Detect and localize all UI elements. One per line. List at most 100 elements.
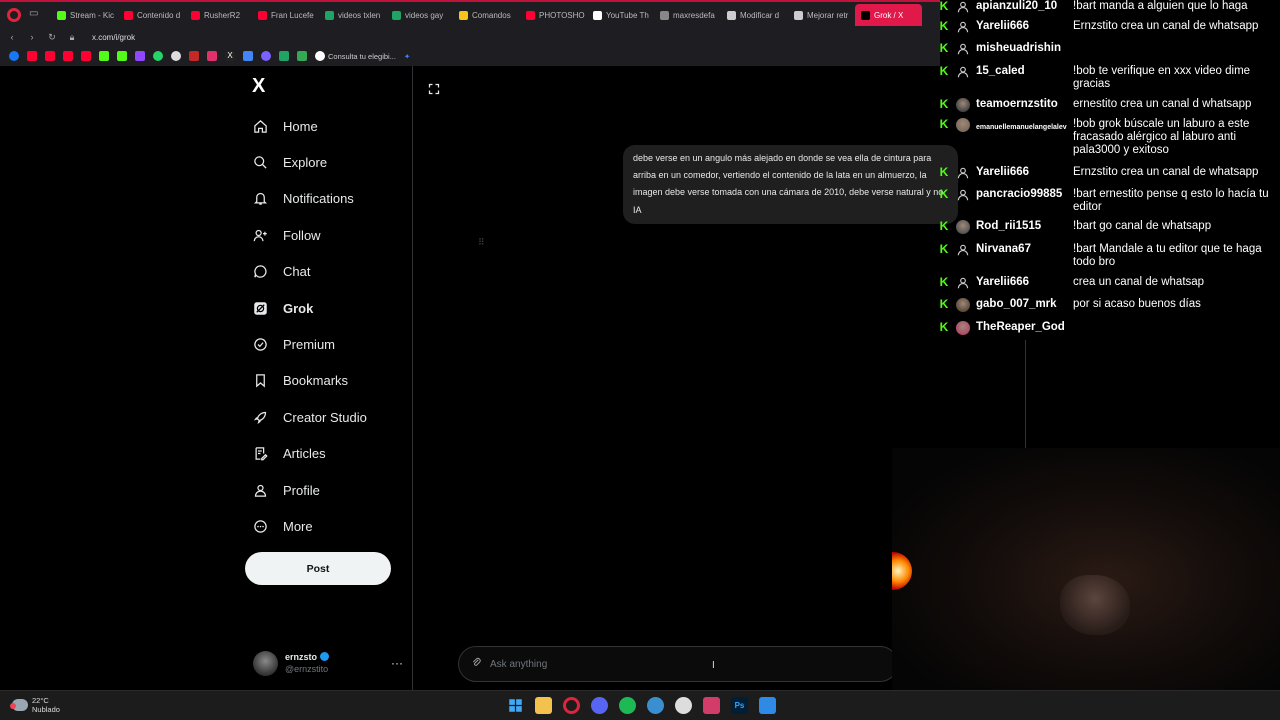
kick-bookmark-icon[interactable] [99, 51, 109, 61]
app-icon[interactable] [759, 697, 776, 714]
browser-tab[interactable]: YouTube Th [587, 4, 654, 26]
expand-icon[interactable] [428, 82, 440, 100]
more-dots-icon[interactable]: ··· [391, 656, 403, 670]
app-bookmark-icon[interactable] [261, 51, 271, 61]
browser-icon[interactable] [647, 697, 664, 714]
x-bookmark-icon[interactable]: X [225, 51, 235, 61]
browser-tab[interactable]: Grok / X [855, 4, 922, 26]
chatgpt-bookmark-icon[interactable] [171, 51, 181, 61]
opera-icon[interactable] [563, 697, 580, 714]
chat-username[interactable]: teamoernzstito [976, 98, 1058, 111]
bookmark-consulta[interactable]: Consulta tu elegibi... [315, 51, 396, 61]
browser-tab[interactable]: videos gay [386, 4, 453, 26]
twitch-bookmark-icon[interactable] [135, 51, 145, 61]
sidebar-divider [412, 66, 413, 690]
url-field[interactable]: x.com/i/grok [92, 33, 135, 42]
sidebar-item-follow[interactable]: Follow [252, 217, 367, 253]
image-bookmark-icon[interactable] [189, 51, 199, 61]
chat-username[interactable]: emanuellemanuelangelalev [976, 121, 1067, 134]
browser-tab[interactable]: Mejorar retr [788, 4, 855, 26]
sidebar-item-profile[interactable]: Profile [252, 472, 367, 508]
chat-username[interactable]: TheReaper_God [976, 321, 1065, 334]
sidebar-item-label: Follow [283, 227, 321, 243]
chat-username[interactable]: Yarelii666 [976, 166, 1029, 179]
sparkle-icon[interactable]: ✦ [404, 52, 410, 61]
sidebar-item-explore[interactable]: Explore [252, 144, 367, 180]
kick-bookmark-icon[interactable] [117, 51, 127, 61]
tab-label: Modificar d [740, 10, 780, 20]
x-logo[interactable]: X [252, 75, 265, 98]
browser-tab[interactable]: Contenido d [118, 4, 185, 26]
sidebar-item-bookmarks[interactable]: Bookmarks [252, 363, 367, 399]
tab-favicon-icon [459, 10, 468, 20]
person-add-icon [252, 227, 269, 244]
kick-badge-icon: K [939, 97, 949, 111]
sidebar-item-notifications[interactable]: Notifications [252, 181, 367, 217]
tab-favicon-icon [727, 10, 736, 20]
youtube-bookmark-icon[interactable] [45, 51, 55, 61]
drag-handle-icon[interactable]: ⠿ [478, 237, 485, 248]
facebook-bookmark-icon[interactable] [9, 51, 19, 61]
chat-username[interactable]: apianzuli20_10 [976, 0, 1057, 13]
file-explorer-icon[interactable] [535, 697, 552, 714]
youtube-bookmark-icon[interactable] [81, 51, 91, 61]
browser-tab[interactable]: RusherR2 [185, 4, 252, 26]
chat-username[interactable]: misheuadrishin [976, 42, 1061, 55]
chat-username[interactable]: Yarelii666 [976, 276, 1029, 289]
browser-tab[interactable]: Modificar d [721, 4, 788, 26]
post-button[interactable]: Post [245, 552, 391, 585]
drive-bookmark-icon[interactable] [279, 51, 289, 61]
chat-username[interactable]: pancracio99885 [976, 188, 1062, 201]
browser-tab[interactable]: Stream - Kic [51, 4, 118, 26]
chat-username[interactable]: 15_caled [976, 65, 1025, 78]
tab-manager-icon[interactable]: ▭ [29, 8, 43, 22]
chat-username[interactable]: gabo_007_mrk [976, 298, 1057, 311]
chat-avatar [956, 220, 970, 234]
reload-icon[interactable]: ↻ [44, 32, 60, 43]
ask-input[interactable]: Ask anything [458, 646, 898, 682]
browser-tab[interactable]: maxresdefa [654, 4, 721, 26]
forward-icon[interactable]: › [24, 32, 40, 42]
chat-username[interactable]: Yarelii666 [976, 20, 1029, 33]
sidebar-item-home[interactable]: Home [252, 108, 367, 144]
gemini-bookmark-icon[interactable] [243, 51, 253, 61]
sidebar-item-chat[interactable]: Chat [252, 254, 367, 290]
youtube-bookmark-icon[interactable] [63, 51, 73, 61]
chat-message-text: crea un canal de whatsap [1073, 276, 1205, 288]
app-icon[interactable] [703, 697, 720, 714]
sidebar-item-premium[interactable]: Premium [252, 326, 367, 362]
tab-favicon-icon [392, 10, 401, 20]
whatsapp-bookmark-icon[interactable] [153, 51, 163, 61]
windows-start-icon[interactable] [507, 697, 524, 714]
spotify-icon[interactable] [619, 697, 636, 714]
chat-username[interactable]: Rod_rii1515 [976, 220, 1041, 233]
webcam-feed [892, 448, 1280, 690]
photoshop-icon[interactable]: Ps [731, 697, 748, 714]
default-avatar-icon [956, 166, 970, 180]
weather-widget[interactable]: 22°C Nublado [10, 696, 60, 714]
sidebar-item-articles[interactable]: Articles [252, 436, 367, 472]
browser-tab[interactable]: PHOTOSHO [520, 4, 587, 26]
sidebar-item-more[interactable]: More [252, 508, 367, 544]
sidebar-item-creator-studio[interactable]: Creator Studio [252, 399, 367, 435]
browser-tab[interactable]: Comandos [453, 4, 520, 26]
instagram-bookmark-icon[interactable] [207, 51, 217, 61]
chat-message-text: ernestito crea un canal d whatsapp [1073, 98, 1252, 110]
chat-username[interactable]: Nirvana67 [976, 243, 1031, 256]
default-avatar-icon [956, 188, 970, 202]
back-icon[interactable]: ‹ [4, 32, 20, 42]
browser-tab[interactable]: Fran Lucefe [252, 4, 319, 26]
chatgpt-icon[interactable] [675, 697, 692, 714]
youtube-bookmark-icon[interactable] [27, 51, 37, 61]
sidebar-item-grok[interactable]: Grok [252, 290, 367, 326]
drive-bookmark-icon[interactable] [297, 51, 307, 61]
account-switcher[interactable]: ernzsto @ernzstito ··· [253, 648, 403, 678]
tabs-container: Stream - Kic Contenido d RusherR2 Fran Luce… [51, 4, 922, 26]
kick-badge-icon: K [939, 19, 949, 33]
kick-badge-icon: K [939, 117, 949, 131]
attach-icon[interactable] [471, 657, 482, 671]
discord-icon[interactable] [591, 697, 608, 714]
browser-tab[interactable]: videos txlen [319, 4, 386, 26]
kick-badge-icon: K [939, 297, 949, 311]
opera-logo-icon[interactable] [7, 8, 21, 22]
